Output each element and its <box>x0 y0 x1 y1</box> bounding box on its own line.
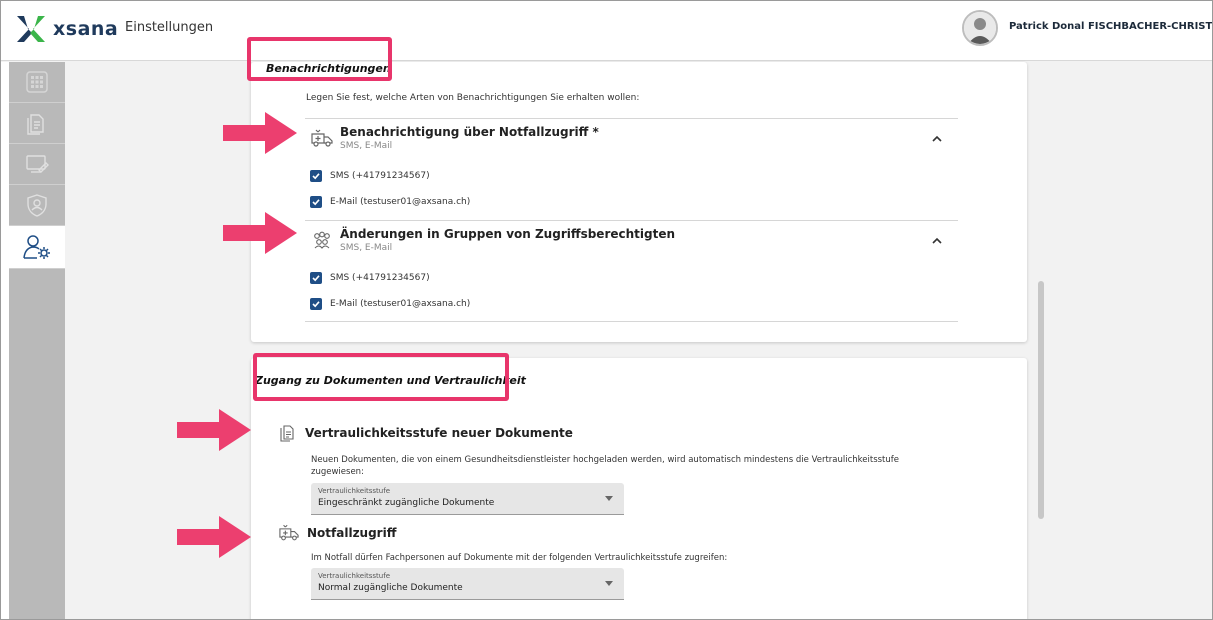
option-row: E-Mail (testuser01@axsana.ch) <box>305 189 958 215</box>
user-name[interactable]: Patrick Donal FISCHBACHER-CHRISTEN <box>1009 21 1212 32</box>
confidentiality-select[interactable]: Vertraulichkeitsstufe Eingeschränkt zugä… <box>311 483 624 515</box>
confidentiality-description: Neuen Dokumenten, die von einem Gesundhe… <box>311 454 899 478</box>
sms-checkbox[interactable] <box>310 272 322 284</box>
left-edge <box>1 62 9 619</box>
notification-group-header[interactable]: Änderungen in Gruppen von Zugriffsberech… <box>305 221 958 265</box>
option-row: SMS (+41791234567) <box>305 265 958 291</box>
group-icon <box>311 231 333 253</box>
ambulance-icon <box>311 129 333 151</box>
confidentiality-heading: Vertraulichkeitsstufe neuer Dokumente <box>279 424 573 442</box>
description-line: zugewiesen: <box>311 467 364 477</box>
option-row: SMS (+41791234567) <box>305 163 958 189</box>
confidentiality-title: Vertraulichkeitsstufe neuer Dokumente <box>305 426 573 440</box>
notification-group-header[interactable]: Benachrichtigung über Notfallzugriff * S… <box>305 119 958 163</box>
logo-text: xsana <box>53 18 119 40</box>
select-label: Vertraulichkeitsstufe <box>318 572 390 580</box>
documents-icon <box>280 425 294 442</box>
apps-grid-icon <box>26 71 48 93</box>
chevron-up-icon[interactable] <box>930 132 944 146</box>
sidebar-item-user-settings[interactable] <box>9 226 65 269</box>
sidebar-item-edit[interactable] <box>9 144 65 185</box>
page-title: Einstellungen <box>125 20 214 35</box>
checkmark-icon <box>312 275 320 282</box>
user-avatar[interactable] <box>962 10 998 46</box>
email-checkbox[interactable] <box>310 298 322 310</box>
sms-option-label: SMS (+41791234567) <box>330 273 430 283</box>
select-label: Vertraulichkeitsstufe <box>318 487 390 495</box>
xsana-logo[interactable]: xsana <box>15 13 118 45</box>
documents-icon <box>27 114 44 135</box>
sidebar-item-apps[interactable] <box>9 62 65 103</box>
ambulance-icon <box>279 524 299 541</box>
shield-user-icon <box>27 194 47 217</box>
email-option-label: E-Mail (testuser01@axsana.ch) <box>330 299 471 309</box>
notifications-intro: Legen Sie fest, welche Arten von Benachr… <box>306 93 640 103</box>
select-value: Eingeschränkt zugängliche Dokumente <box>318 498 495 508</box>
emergency-heading: Notfallzugriff <box>279 524 396 541</box>
sms-option-label: SMS (+41791234567) <box>330 171 430 181</box>
dropdown-caret-icon <box>605 496 613 501</box>
highlight-box <box>253 353 509 401</box>
notification-group-subtitle: SMS, E-Mail <box>340 141 393 151</box>
header-bar: xsana Einstellungen Patrick Donal FISCHB… <box>1 1 1212 61</box>
checkmark-icon <box>312 301 320 308</box>
xsana-x-icon <box>17 16 45 42</box>
dropdown-caret-icon <box>605 581 613 586</box>
edit-screen-icon <box>26 155 49 173</box>
chevron-up-icon[interactable] <box>930 234 944 248</box>
sidebar-item-access[interactable] <box>9 185 65 226</box>
notification-group-title: Änderungen in Gruppen von Zugriffsberech… <box>340 227 676 241</box>
emergency-select[interactable]: Vertraulichkeitsstufe Normal zugängliche… <box>311 568 624 600</box>
notification-group-access-changes: Änderungen in Gruppen von Zugriffsberech… <box>305 220 958 322</box>
sms-checkbox[interactable] <box>310 170 322 182</box>
email-checkbox[interactable] <box>310 196 322 208</box>
email-option-label: E-Mail (testuser01@axsana.ch) <box>330 197 471 207</box>
notifications-card: Benachrichtigungen Legen Sie fest, welch… <box>251 62 1027 342</box>
annotation-arrow <box>177 516 251 558</box>
option-row: E-Mail (testuser01@axsana.ch) <box>305 291 958 317</box>
scrollbar-thumb[interactable] <box>1038 281 1044 519</box>
annotation-arrow <box>223 112 297 154</box>
notification-group-subtitle: SMS, E-Mail <box>340 243 393 253</box>
description-line: Neuen Dokumenten, die von einem Gesundhe… <box>311 455 900 465</box>
annotation-arrow <box>177 409 251 451</box>
user-photo-icon <box>964 12 996 44</box>
user-settings-icon <box>23 235 50 259</box>
notification-group-emergency: Benachrichtigung über Notfallzugriff * S… <box>305 118 958 215</box>
select-value: Normal zugängliche Dokumente <box>318 583 463 593</box>
highlight-box <box>247 37 392 81</box>
app-window: xsana Einstellungen Patrick Donal FISCHB… <box>0 0 1213 620</box>
emergency-description: Im Notfall dürfen Fachpersonen auf Dokum… <box>311 553 728 563</box>
sidebar-nav <box>9 62 65 619</box>
notification-group-title: Benachrichtigung über Notfallzugriff * <box>340 125 599 139</box>
sidebar-item-documents[interactable] <box>9 103 65 144</box>
divider <box>305 321 958 322</box>
checkmark-icon <box>312 199 320 206</box>
annotation-arrow <box>223 212 297 254</box>
checkmark-icon <box>312 173 320 180</box>
emergency-title: Notfallzugriff <box>307 525 397 540</box>
